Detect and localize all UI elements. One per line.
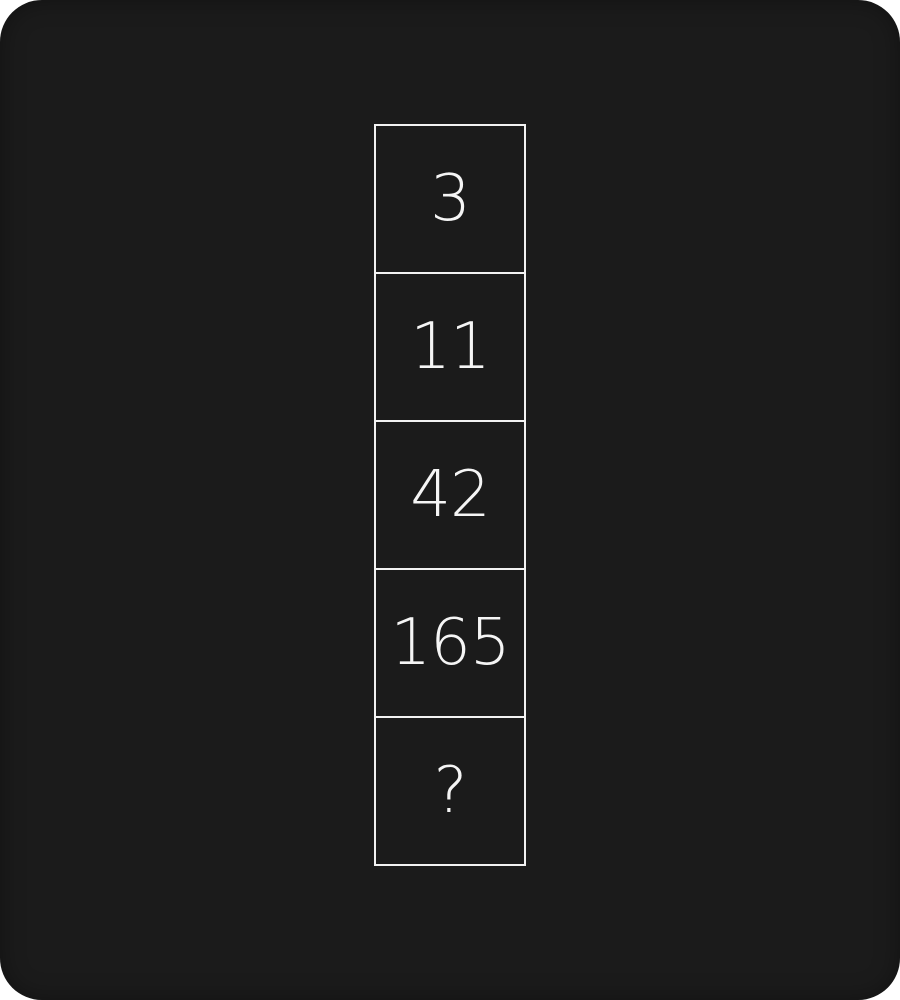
missing-number-cell: ? — [374, 716, 526, 866]
number-cell-1: 3 — [374, 124, 526, 274]
number-cell-4: 165 — [374, 568, 526, 718]
number-cell-2: 11 — [374, 272, 526, 422]
puzzle-card: 3 11 42 165 ? — [0, 0, 900, 1000]
number-cell-3: 42 — [374, 420, 526, 570]
number-column: 3 11 42 165 ? — [374, 124, 526, 866]
